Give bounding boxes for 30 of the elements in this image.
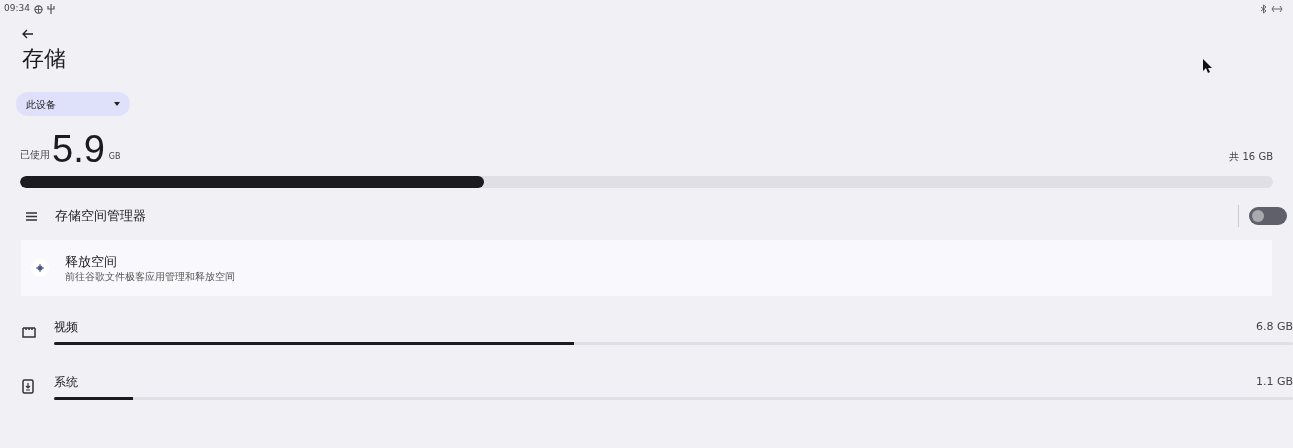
back-arrow-icon bbox=[22, 28, 34, 40]
clapperboard-icon bbox=[22, 325, 36, 338]
usb-icon bbox=[46, 4, 55, 14]
storage-manager-switch[interactable] bbox=[1249, 207, 1287, 225]
category-size: 6.8 GB bbox=[1255, 318, 1293, 335]
globe-icon bbox=[33, 4, 43, 14]
storage-manager-label: 存储空间管理器 bbox=[55, 207, 146, 226]
used-value: 5.9 bbox=[52, 130, 105, 168]
used-unit: GB bbox=[108, 151, 121, 163]
page-title: 存储 bbox=[22, 46, 66, 71]
used-label: 已使用 bbox=[20, 148, 50, 162]
category-label: 系统 bbox=[54, 374, 78, 391]
category-label: 视频 bbox=[54, 319, 78, 336]
mouse-cursor-icon bbox=[1203, 59, 1213, 73]
device-dropdown[interactable]: 此设备 bbox=[16, 92, 130, 116]
free-space-card[interactable]: 释放空间 前往谷歌文件极客应用管理和释放空间 bbox=[21, 240, 1272, 296]
sparkle-icon bbox=[36, 264, 44, 272]
bluetooth-icon bbox=[1260, 4, 1267, 14]
free-space-subtitle: 前往谷歌文件极客应用管理和释放空间 bbox=[65, 269, 235, 284]
storage-category-row[interactable]: 系统 1.1 GB bbox=[0, 359, 1293, 414]
dropdown-caret-icon bbox=[114, 102, 120, 106]
status-time: 09:34 bbox=[4, 2, 30, 16]
back-button[interactable] bbox=[22, 28, 34, 40]
list-icon bbox=[26, 211, 37, 221]
arrows-icon bbox=[1271, 5, 1283, 13]
category-size: 1.1 GB bbox=[1255, 373, 1293, 390]
storage-category-row[interactable]: 视频 6.8 GB bbox=[0, 304, 1293, 359]
free-space-title: 释放空间 bbox=[65, 252, 118, 270]
phone-download-icon bbox=[22, 379, 34, 394]
total-capacity: 共 16 GB bbox=[1229, 150, 1273, 164]
